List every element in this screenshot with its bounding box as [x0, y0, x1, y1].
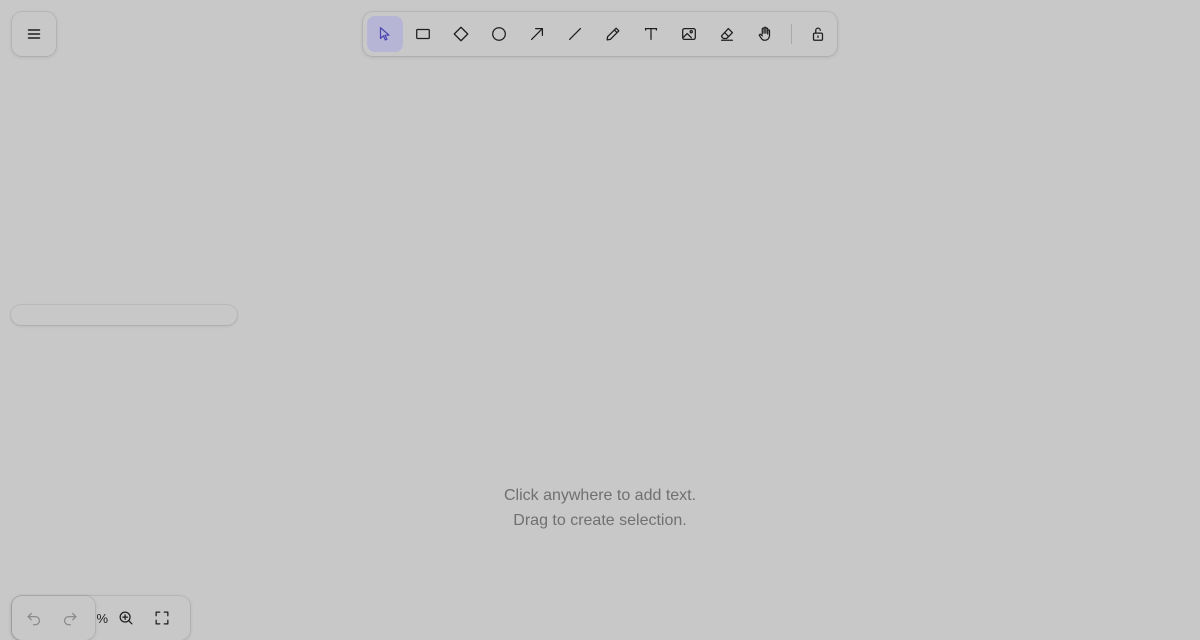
diamond-icon [452, 25, 470, 43]
tool-draw-button[interactable] [595, 16, 631, 52]
line-icon [566, 25, 584, 43]
unlock-icon [809, 25, 827, 43]
tool-lock-button[interactable] [800, 16, 836, 52]
arrow-icon [528, 25, 546, 43]
zoom-controls: % [92, 600, 180, 636]
hand-icon [756, 25, 774, 43]
tool-line-button[interactable] [557, 16, 593, 52]
image-icon [680, 25, 698, 43]
redo-icon [61, 609, 79, 627]
tool-rectangle-button[interactable] [405, 16, 441, 52]
zoom-in-button[interactable] [108, 600, 144, 636]
hint-line-1: Click anywhere to add text. [503, 487, 697, 504]
ellipse-icon [490, 25, 508, 43]
undo-button[interactable] [16, 600, 52, 636]
redo-button[interactable] [52, 600, 88, 636]
canvas-hint: Click anywhere to add text. Drag to crea… [400, 483, 800, 533]
main-menu-button[interactable] [12, 12, 56, 56]
fit-to-screen-button[interactable] [144, 600, 180, 636]
collapsed-side-panel[interactable] [11, 305, 237, 325]
shapes-toolbar [363, 12, 837, 56]
tool-arrow-button[interactable] [519, 16, 555, 52]
undo-icon [25, 609, 43, 627]
eraser-icon [718, 25, 736, 43]
tool-eraser-button[interactable] [709, 16, 745, 52]
zoom-in-icon [117, 609, 135, 627]
fullscreen-icon [153, 609, 171, 627]
tool-hand-button[interactable] [747, 16, 783, 52]
tool-ellipse-button[interactable] [481, 16, 517, 52]
rectangle-icon [414, 25, 432, 43]
hint-line-2: Drag to create selection. [513, 512, 687, 529]
cursor-icon [376, 25, 394, 43]
pencil-icon [604, 25, 622, 43]
undo-redo-panel [12, 596, 95, 640]
tool-selection-button[interactable] [367, 16, 403, 52]
tool-image-button[interactable] [671, 16, 707, 52]
text-icon [642, 25, 660, 43]
tool-diamond-button[interactable] [443, 16, 479, 52]
hamburger-menu-icon [26, 26, 42, 42]
toolbar-divider [791, 24, 792, 44]
tool-text-button[interactable] [633, 16, 669, 52]
